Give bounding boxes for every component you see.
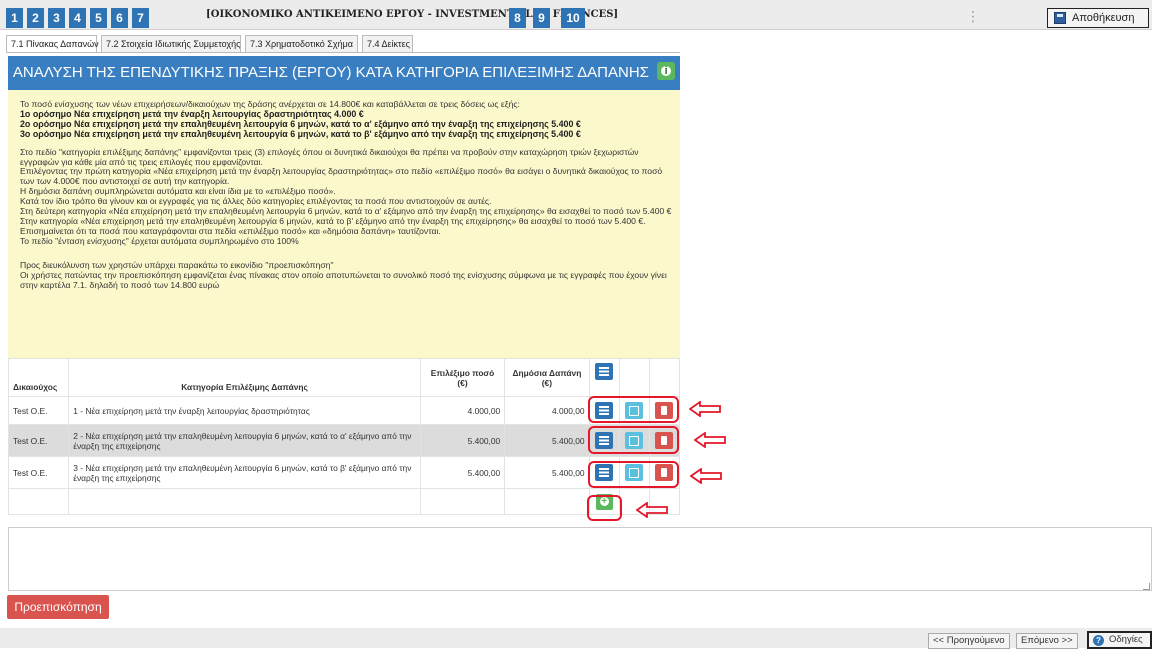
row-category: 2 - Νέα επιχείρηση μετά την επαληθευμένη… bbox=[68, 424, 421, 457]
annotation-arrow-icon bbox=[689, 401, 721, 417]
row-category: 3 - Νέα επιχείρηση μετά την επαληθευμένη… bbox=[68, 456, 421, 489]
annotation-arrow-icon bbox=[694, 432, 726, 448]
notes-textarea[interactable] bbox=[8, 527, 1152, 591]
step-5-button[interactable]: 5 bbox=[90, 8, 107, 28]
col-category: Κατηγορία Επιλέξιμης Δαπάνης bbox=[68, 358, 421, 397]
add-row bbox=[7, 488, 681, 515]
info-icon[interactable] bbox=[657, 62, 676, 81]
preview-note: Οι χρήστες πατώντας την προεπισκόπηση εμ… bbox=[20, 269, 667, 290]
section-header: ΑΝΑΛΥΣΗ ΤΗΣ ΕΠΕΝΔΥΤΙΚΗΣ ΠΡΑΞΗΣ (ΕΡΓΟΥ) Κ… bbox=[8, 56, 680, 90]
table-row: Test O.E. 1 - Νέα επιχείρηση μετά την έν… bbox=[7, 396, 681, 425]
instructions-body: Στο πεδίο "κατηγορία επιλέξιμης δαπάνης"… bbox=[20, 146, 639, 167]
table-row: Test O.E. 2 - Νέα επιχείρηση μετά την επ… bbox=[7, 424, 681, 457]
table-header-row: Δικαιούχος Κατηγορία Επιλέξιμης Δαπάνης … bbox=[7, 358, 681, 397]
row-public: 5.400,00 bbox=[504, 424, 590, 457]
preview-button[interactable]: Προεπισκόπηση bbox=[7, 595, 109, 619]
previous-button[interactable]: << Προηγούμενο bbox=[928, 633, 1010, 649]
annotation-arrow-icon bbox=[690, 468, 722, 484]
tab-expense-table[interactable]: 7.1 Πίνακας Δαπανών bbox=[6, 35, 99, 53]
tab-divider bbox=[6, 52, 680, 53]
instructions-body: Επιλέγοντας την πρώτη κατηγορία «Νέα επι… bbox=[20, 166, 663, 187]
help-button[interactable]: ? Οδηγίες bbox=[1087, 631, 1152, 649]
row-beneficiary: Test O.E. bbox=[7, 456, 70, 489]
row-beneficiary: Test O.E. bbox=[7, 424, 70, 457]
instructions-panel: Το ποσό ενίσχυσης των νέων επιχειρήσεων/… bbox=[8, 90, 680, 358]
help-label: Οδηγίες bbox=[1109, 634, 1143, 645]
step-3-button[interactable]: 3 bbox=[48, 8, 65, 28]
section-title: ΑΝΑΛΥΣΗ ΤΗΣ ΕΠΕΝΔΥΤΙΚΗΣ ΠΡΑΞΗΣ (ΕΡΓΟΥ) Κ… bbox=[12, 64, 649, 81]
step-9-button[interactable]: 9 bbox=[533, 8, 550, 28]
col-beneficiary: Δικαιούχος bbox=[7, 358, 70, 397]
annotation-highlight bbox=[587, 495, 622, 521]
tab-financing-scheme[interactable]: 7.3 Χρηματοδοτικό Σχήμα bbox=[245, 35, 358, 53]
step-6-button[interactable]: 6 bbox=[111, 8, 128, 28]
help-icon: ? bbox=[1093, 635, 1104, 646]
row-public: 5.400,00 bbox=[504, 456, 590, 489]
step-10-button[interactable]: 10 bbox=[561, 8, 585, 28]
save-button[interactable]: Αποθήκευση bbox=[1047, 8, 1149, 28]
annotation-arrow-icon bbox=[636, 502, 668, 518]
row-public: 4.000,00 bbox=[504, 396, 590, 425]
tab-private-participation[interactable]: 7.2 Στοιχεία Ιδιωτικής Συμμετοχής bbox=[101, 35, 241, 53]
floppy-disk-icon bbox=[1054, 12, 1066, 24]
milestone-3: 3ο ορόσημο Νέα επιχείρηση μετά την επαλη… bbox=[20, 128, 581, 139]
step-1-button[interactable]: 1 bbox=[6, 8, 23, 28]
col-public: Δημόσια Δαπάνη (€) bbox=[504, 358, 590, 397]
tab-indicators[interactable]: 7.4 Δείκτες bbox=[362, 35, 413, 53]
more-options-icon[interactable]: ⋮ bbox=[966, 8, 980, 25]
wizard-step-bar: 1 2 3 4 5 6 7 [ΟΙΚΟΝΟΜΙΚΟ ΑΝΤΙΚΕΙΜΕΝΟ ΕΡ… bbox=[0, 0, 1152, 30]
row-eligible: 4.000,00 bbox=[419, 396, 506, 425]
next-button[interactable]: Επόμενο >> bbox=[1016, 633, 1078, 649]
bottom-nav-bar: << Προηγούμενο Επόμενο >> ? Οδηγίες bbox=[0, 628, 1152, 649]
current-step-title: [ΟΙΚΟΝΟΜΙΚΟ ΑΝΤΙΚΕΙΜΕΝΟ ΕΡΓΟΥ - INVESTME… bbox=[206, 9, 619, 20]
annotation-highlight bbox=[588, 396, 679, 423]
row-beneficiary: Test O.E. bbox=[7, 396, 70, 425]
step-4-button[interactable]: 4 bbox=[69, 8, 86, 28]
row-eligible: 5.400,00 bbox=[419, 424, 506, 457]
list-view-button[interactable] bbox=[595, 363, 614, 380]
step-7-button[interactable]: 7 bbox=[132, 8, 149, 28]
resize-handle-icon[interactable] bbox=[1143, 583, 1150, 590]
table-row: Test O.E. 3 - Νέα επιχείρηση μετά την επ… bbox=[7, 456, 681, 489]
save-label: Αποθήκευση bbox=[1072, 12, 1135, 24]
expense-table: Δικαιούχος Κατηγορία Επιλέξιμης Δαπάνης … bbox=[7, 358, 681, 515]
step-2-button[interactable]: 2 bbox=[27, 8, 44, 28]
annotation-highlight bbox=[588, 426, 679, 454]
row-eligible: 5.400,00 bbox=[419, 456, 506, 489]
row-category: 1 - Νέα επιχείρηση μετά την έναρξη λειτο… bbox=[68, 396, 421, 425]
annotation-highlight bbox=[588, 461, 679, 488]
col-eligible: Επιλέξιμο ποσό (€) bbox=[419, 358, 506, 397]
step-8-button[interactable]: 8 bbox=[509, 8, 526, 28]
instructions-body: Το πεδίο "ένταση ενίσχυσης" έρχεται αυτό… bbox=[20, 235, 299, 246]
